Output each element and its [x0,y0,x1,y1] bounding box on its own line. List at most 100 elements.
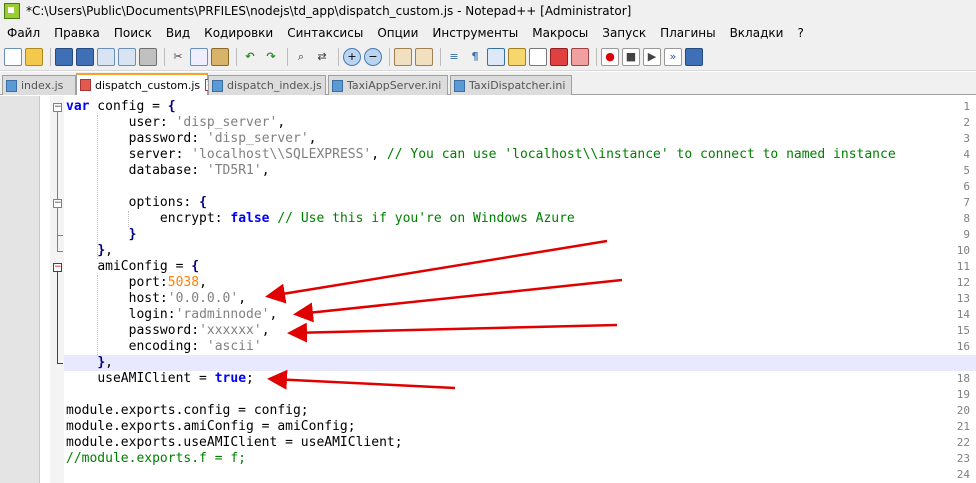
code-line[interactable]: module.exports.useAMIClient = useAMIClie… [66,435,403,451]
play-macro-icon[interactable]: ▶ [643,47,661,66]
menu-item-4[interactable]: Кодировки [197,26,280,40]
document-map-icon[interactable] [550,47,568,66]
tab-label: TaxiAppServer.ini [347,79,442,92]
redo-icon[interactable]: ↷ [262,48,280,66]
fold-toggle-icon[interactable]: − [53,199,62,208]
line-number: 6 [963,180,970,193]
code-line[interactable]: encrypt: false // Use this if you're on … [66,211,575,227]
menu-item-7[interactable]: Инструменты [425,26,525,40]
code-token: 'TD5R1' [206,163,262,178]
new-file-icon[interactable] [4,47,22,66]
code-token: port: [128,275,168,290]
indent-guide [97,275,99,355]
print-icon[interactable] [139,47,157,66]
code-token: module.exports.config = config; [66,403,309,418]
menu-item-11[interactable]: Вкладки [723,26,791,40]
line-number: 2 [963,116,970,129]
line-number: 14 [956,308,970,321]
menu-item-9[interactable]: Запуск [595,26,653,40]
record-macro-icon[interactable]: ● [601,47,619,66]
menu-item-10[interactable]: Плагины [653,26,722,40]
code-line[interactable]: }, [66,243,113,259]
tab-taxiappserver-ini[interactable]: TaxiAppServer.ini [328,75,448,95]
find-icon[interactable]: ⌕ [292,48,310,66]
save-all-icon[interactable] [76,47,94,66]
code-line[interactable]: user: 'disp_server', [66,115,286,131]
fold-toggle-icon[interactable]: − [53,263,62,272]
open-file-icon[interactable] [25,47,43,66]
run-macro-multiple-icon[interactable]: » [664,47,682,66]
save-macro-icon[interactable] [685,47,703,66]
undo-icon[interactable]: ↶ [241,48,259,66]
menu-item-2[interactable]: Поиск [107,26,159,40]
menu-item-0[interactable]: Файл [0,26,47,40]
menu-item-1[interactable]: Правка [47,26,107,40]
tab-dispatch_custom-js[interactable]: dispatch_custom.js× [76,73,215,95]
code-line[interactable]: var config = { [66,99,176,115]
code-line[interactable]: encoding: 'ascii' [66,339,262,355]
copy-icon[interactable] [190,47,208,66]
line-number: 4 [963,148,970,161]
code-token: , [277,115,286,130]
show-all-chars-icon[interactable]: ¶ [466,48,484,66]
code-token: var [66,99,90,114]
code-line[interactable]: }, [64,355,976,371]
menu-item-5[interactable]: Синтаксисы [280,26,370,40]
toolbar-separator [389,47,390,66]
zoom-in-icon[interactable]: + [343,47,361,66]
menu-item-8[interactable]: Макросы [525,26,595,40]
zoom-out-icon[interactable]: − [364,47,382,66]
close-all-icon[interactable] [118,47,136,66]
code-line[interactable]: //module.exports.f = f; [66,451,246,467]
code-token: { [167,99,176,114]
code-line[interactable]: host:'0.0.0.0', [66,291,246,307]
line-number: 18 [956,372,970,385]
function-list-icon[interactable] [529,47,547,66]
toolbar-separator [440,47,441,66]
replace-icon[interactable]: ⇄ [313,48,331,66]
sync-vertical-icon[interactable] [394,47,412,66]
code-line[interactable]: port:5038, [66,275,207,291]
menu-item-3[interactable]: Вид [159,26,197,40]
menu-item-6[interactable]: Опции [370,26,425,40]
save-icon[interactable] [55,47,73,66]
code-token: 'disp_server' [206,131,309,146]
sync-horizontal-icon[interactable] [415,47,433,66]
toolbar-separator [50,47,51,66]
code-line[interactable]: server: 'localhost\\SQLEXPRESS', // You … [66,147,896,163]
code-token: } [128,227,137,242]
code-line[interactable]: } [66,227,137,243]
line-number: 13 [956,292,970,305]
code-line[interactable]: module.exports.amiConfig = amiConfig; [66,419,356,435]
code-token: , [105,243,113,258]
code-line[interactable]: options: { [66,195,207,211]
code-token: config = [89,99,168,114]
indent-guide-icon[interactable] [487,47,505,66]
word-wrap-icon[interactable]: ≡ [445,48,463,66]
code-token: , [105,355,113,370]
user-language-icon[interactable] [508,47,526,66]
close-icon[interactable] [97,47,115,66]
code-token: encoding: [128,339,207,354]
line-number: 9 [963,228,970,241]
tab-index-js[interactable]: index.js [2,75,76,95]
window-title: *C:\Users\Public\Documents\PRFILES\nodej… [26,4,632,18]
tab-taxidispatcher-ini[interactable]: TaxiDispatcher.ini [450,75,572,95]
code-token: useAMIClient = [97,371,215,386]
code-editor[interactable]: 123456789101112131415161718192021222324v… [0,96,976,483]
code-token: { [199,195,207,210]
code-line[interactable]: password: 'disp_server', [66,131,317,147]
code-token: // Use this if you're on Windows Azure [277,211,575,226]
code-line[interactable]: useAMIClient = true; [66,371,254,387]
cut-icon[interactable]: ✂ [169,48,187,66]
monitoring-icon[interactable] [571,47,589,66]
stop-macro-icon[interactable]: ■ [622,47,640,66]
code-line[interactable]: module.exports.config = config; [66,403,309,419]
menu-item-12[interactable]: ? [790,26,810,40]
line-number: 22 [956,436,970,449]
fold-toggle-icon[interactable]: − [53,103,62,112]
paste-icon[interactable] [211,47,229,66]
tab-dispatch_index-js[interactable]: dispatch_index.js [208,75,326,95]
code-line[interactable]: amiConfig = { [66,259,199,275]
line-number: 8 [963,212,970,225]
